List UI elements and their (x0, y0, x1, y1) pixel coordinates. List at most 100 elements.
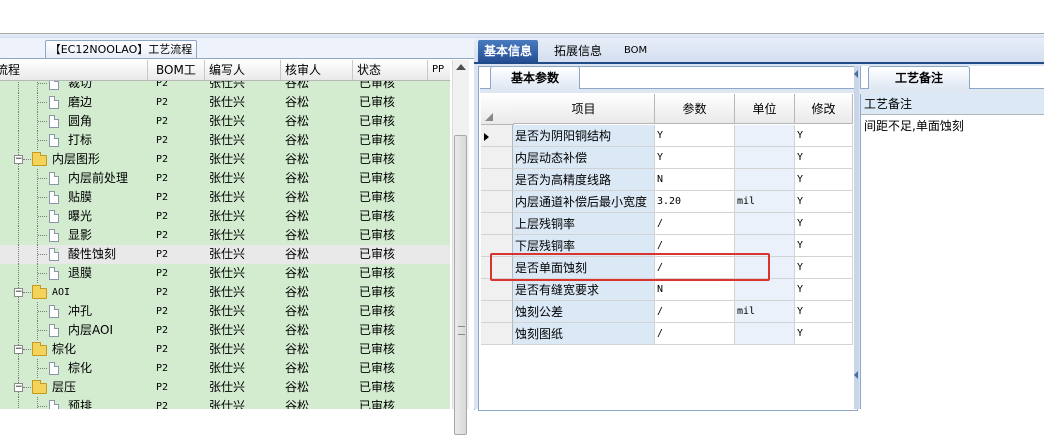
tree-row[interactable]: 内层前处理 P2 张仕兴 谷松 已审核 (0, 169, 450, 188)
tree-row[interactable]: 曝光 P2 张仕兴 谷松 已审核 (0, 207, 450, 226)
tab-basic-info[interactable]: 基本信息 (478, 40, 539, 62)
param-item[interactable]: 是否有缝宽要求 (513, 279, 655, 301)
scroll-up-arrow-icon[interactable] (456, 64, 466, 70)
param-unit[interactable] (735, 125, 795, 147)
collapse-toggle-icon[interactable]: − (14, 288, 23, 297)
param-row[interactable]: 是否为阴阳铜结构 Y Y (481, 125, 853, 147)
param-value[interactable]: N (655, 279, 735, 301)
param-row[interactable]: 蚀刻图纸 / Y (481, 323, 853, 345)
col-header-param[interactable]: 参数 (655, 94, 735, 124)
param-modify[interactable]: Y (795, 279, 853, 301)
param-row[interactable]: 上层残铜率 / Y (481, 213, 853, 235)
tree-row[interactable]: − 层压 P2 张仕兴 谷松 已审核 (0, 378, 450, 397)
param-value[interactable]: Y (655, 125, 735, 147)
row-header[interactable] (481, 191, 513, 213)
param-row[interactable]: 是否为高精度线路 N Y (481, 169, 853, 191)
tree-row[interactable]: 预排 P2 张仕兴 谷松 已审核 (0, 397, 450, 409)
tree-row[interactable]: − 内层图形 P2 张仕兴 谷松 已审核 (0, 150, 450, 169)
param-modify[interactable]: Y (795, 257, 853, 279)
param-item[interactable]: 上层残铜率 (513, 213, 655, 235)
param-unit[interactable] (735, 323, 795, 345)
collapse-toggle-icon[interactable]: − (14, 345, 23, 354)
row-header[interactable] (481, 213, 513, 235)
tab-bom[interactable]: BOM (618, 40, 653, 62)
collapse-toggle-icon[interactable]: − (14, 155, 23, 164)
param-unit[interactable] (735, 169, 795, 191)
param-unit[interactable]: mil (735, 191, 795, 213)
param-modify[interactable]: Y (795, 125, 853, 147)
param-modify[interactable]: Y (795, 147, 853, 169)
row-header[interactable] (481, 147, 513, 169)
grid-corner[interactable] (481, 94, 514, 125)
param-row[interactable]: 是否有缝宽要求 N Y (481, 279, 853, 301)
tree-row[interactable]: 显影 P2 张仕兴 谷松 已审核 (0, 226, 450, 245)
tree-row[interactable]: 贴膜 P2 张仕兴 谷松 已审核 (0, 188, 450, 207)
param-modify[interactable]: Y (795, 169, 853, 191)
col-header-status[interactable]: 状态 (353, 60, 428, 80)
tree-row[interactable]: − AOI P2 张仕兴 谷松 已审核 (0, 283, 450, 302)
param-row[interactable]: 内层动态补偿 Y Y (481, 147, 853, 169)
notes-text[interactable]: 间距不足,单面蚀刻 (864, 118, 1042, 136)
tree-row[interactable]: − 棕化 P2 张仕兴 谷松 已审核 (0, 340, 450, 359)
scroll-thumb[interactable] (454, 135, 467, 435)
param-row[interactable]: 内层通道补偿后最小宽度 3.20 mil Y (481, 191, 853, 213)
param-value[interactable]: Y (655, 147, 735, 169)
tab-basic-params[interactable]: 基本参数 (490, 66, 580, 89)
writer: 张仕兴 (209, 247, 246, 261)
col-header-writer[interactable]: 编写人 (205, 60, 281, 80)
tree-row[interactable]: 圆角 P2 张仕兴 谷松 已审核 (0, 112, 450, 131)
col-header-flow[interactable]: 流程 (0, 60, 148, 80)
col-header-modify[interactable]: 修改 (795, 94, 853, 124)
tree-row[interactable]: 磨边 P2 张仕兴 谷松 已审核 (0, 93, 450, 112)
tree-row[interactable]: 冲孔 P2 张仕兴 谷松 已审核 (0, 302, 450, 321)
row-header[interactable] (481, 301, 513, 323)
col-header-bom[interactable]: BOM工厂 (152, 60, 205, 97)
tree-vertical-scrollbar[interactable] (452, 60, 469, 435)
param-value[interactable]: / (655, 323, 735, 345)
row-header[interactable] (481, 279, 513, 301)
row-header[interactable] (481, 125, 513, 147)
row-header[interactable] (481, 169, 513, 191)
collapse-toggle-icon[interactable]: − (14, 383, 23, 392)
writer: 张仕兴 (209, 266, 246, 280)
col-header-reviewer[interactable]: 核审人 (281, 60, 353, 80)
panel-splitter[interactable] (854, 66, 859, 409)
param-value[interactable]: / (655, 213, 735, 235)
col-header-unit[interactable]: 单位 (735, 94, 795, 124)
tree-row[interactable]: 酸性蚀刻 P2 张仕兴 谷松 已审核 (0, 245, 450, 264)
collapse-arrow-icon[interactable] (854, 371, 858, 379)
bom-factory: P2 (156, 287, 169, 298)
param-value[interactable]: N (655, 169, 735, 191)
param-item[interactable]: 内层通道补偿后最小宽度 (513, 191, 655, 213)
param-modify[interactable]: Y (795, 323, 853, 345)
notes-column-header[interactable]: 工艺备注 (861, 94, 1044, 115)
param-item[interactable]: 是否为高精度线路 (513, 169, 655, 191)
param-modify[interactable]: Y (795, 235, 853, 257)
param-unit[interactable] (735, 147, 795, 169)
tree-row[interactable]: 棕化 P2 张仕兴 谷松 已审核 (0, 359, 450, 378)
tree-row[interactable]: 退膜 P2 张仕兴 谷松 已审核 (0, 264, 450, 283)
param-modify[interactable]: Y (795, 301, 853, 323)
param-item[interactable]: 是否为阴阳铜结构 (513, 125, 655, 147)
param-modify[interactable]: Y (795, 213, 853, 235)
param-value[interactable]: 3.20 (655, 191, 735, 213)
tab-process-notes[interactable]: 工艺备注 (868, 66, 970, 89)
tree-row[interactable]: 裁切 P2 张仕兴 谷松 已审核 (0, 81, 450, 93)
row-header[interactable] (481, 323, 513, 345)
tree-row[interactable]: 内层AOI P2 张仕兴 谷松 已审核 (0, 321, 450, 340)
param-row[interactable]: 蚀刻公差 / mil Y (481, 301, 853, 323)
param-item[interactable]: 蚀刻公差 (513, 301, 655, 323)
tree-row[interactable]: 打标 P2 张仕兴 谷松 已审核 (0, 131, 450, 150)
param-modify[interactable]: Y (795, 191, 853, 213)
process-flow-tab[interactable]: 【EC12NOOLAO】工艺流程 (45, 40, 197, 59)
param-value[interactable]: / (655, 301, 735, 323)
param-unit[interactable] (735, 279, 795, 301)
collapse-arrow-icon[interactable] (854, 70, 858, 78)
param-item[interactable]: 内层动态补偿 (513, 147, 655, 169)
col-header-item[interactable]: 项目 (513, 94, 655, 124)
param-unit[interactable] (735, 213, 795, 235)
tree-connector (18, 302, 19, 321)
param-item[interactable]: 蚀刻图纸 (513, 323, 655, 345)
tab-extended-info[interactable]: 拓展信息 (548, 40, 608, 62)
param-unit[interactable]: mil (735, 301, 795, 323)
